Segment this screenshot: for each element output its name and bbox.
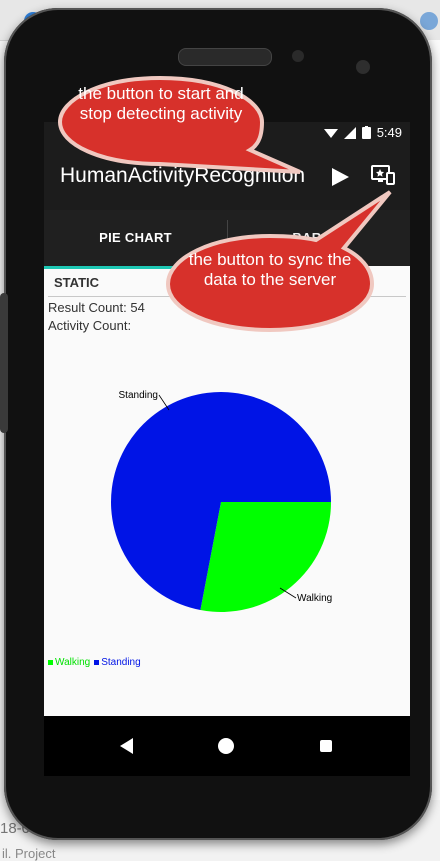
callout-layer [57, 75, 392, 333]
callout-text-sync: the button to sync the data to the serve… [188, 250, 352, 289]
callout-text-start-stop: the button to start and stop detecting a… [78, 84, 244, 123]
